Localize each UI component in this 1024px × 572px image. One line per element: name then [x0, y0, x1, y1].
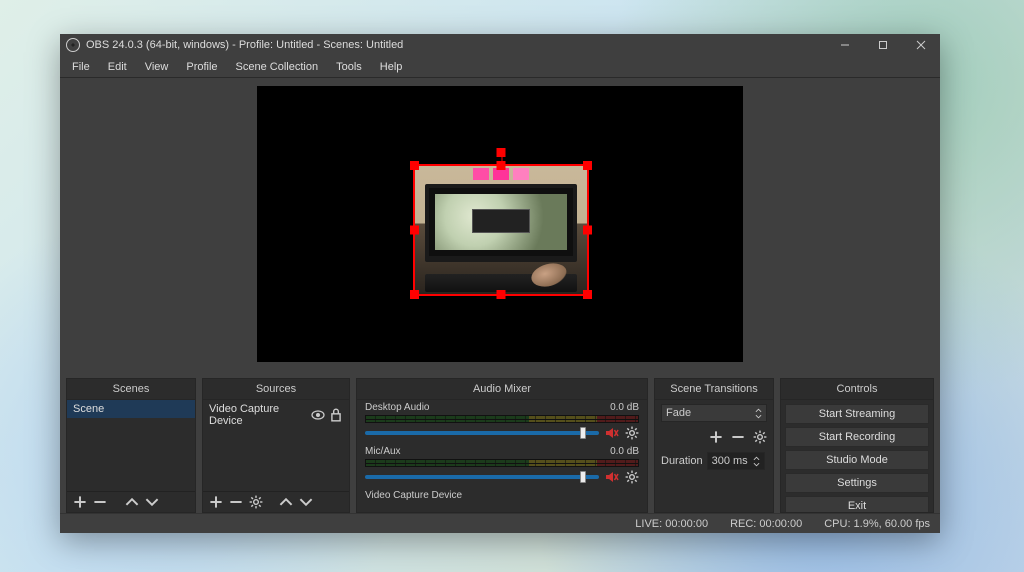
track-settings-button[interactable]	[625, 470, 639, 484]
obs-logo-icon	[66, 38, 80, 52]
selected-source-bounds[interactable]	[413, 164, 589, 296]
transition-duration-value: 300 ms	[712, 455, 748, 467]
obs-window: OBS 24.0.3 (64-bit, windows) - Profile: …	[60, 34, 940, 533]
scene-item[interactable]: Scene	[67, 400, 195, 418]
scenes-move-up-button[interactable]	[125, 495, 139, 509]
scenes-toolbar	[67, 491, 195, 512]
preview-area[interactable]	[60, 78, 940, 378]
audio-track-name: Desktop Audio	[365, 402, 430, 413]
menu-edit[interactable]: Edit	[100, 58, 135, 76]
statusbar: LIVE: 00:00:00 REC: 00:00:00 CPU: 1.9%, …	[60, 513, 940, 533]
controls-panel-title: Controls	[781, 379, 933, 400]
audio-meter	[365, 415, 639, 423]
sources-remove-button[interactable]	[229, 495, 243, 509]
window-title: OBS 24.0.3 (64-bit, windows) - Profile: …	[86, 39, 826, 51]
studio-mode-button[interactable]: Studio Mode	[785, 450, 929, 470]
monitor-in-feed	[425, 184, 577, 262]
status-cpu-fps: CPU: 1.9%, 60.00 fps	[824, 518, 930, 530]
transition-add-button[interactable]	[709, 430, 723, 444]
source-lock-toggle[interactable]	[329, 408, 343, 422]
dropdown-arrows-icon	[755, 408, 762, 419]
resize-handle-e[interactable]	[583, 226, 592, 235]
audio-mixer-panel: Audio Mixer Desktop Audio 0.0 dB	[356, 378, 648, 513]
transition-settings-button[interactable]	[753, 430, 767, 444]
transition-remove-button[interactable]	[731, 430, 745, 444]
window-maximize-button[interactable]	[864, 34, 902, 56]
menu-profile[interactable]: Profile	[178, 58, 225, 76]
scenes-move-down-button[interactable]	[145, 495, 159, 509]
scenes-panel-title: Scenes	[67, 379, 195, 400]
spinner-arrows-icon[interactable]	[753, 456, 760, 467]
transition-duration-label: Duration	[661, 455, 703, 467]
settings-button[interactable]: Settings	[785, 473, 929, 493]
resize-handle-sw[interactable]	[410, 290, 419, 299]
transition-duration-input[interactable]: 300 ms	[707, 452, 765, 470]
titlebar[interactable]: OBS 24.0.3 (64-bit, windows) - Profile: …	[60, 34, 940, 56]
mute-button[interactable]	[605, 470, 619, 484]
audio-track-capture: Video Capture Device	[357, 488, 647, 507]
scenes-list[interactable]: Scene	[67, 400, 195, 491]
sources-properties-button[interactable]	[249, 495, 263, 509]
resize-handle-n[interactable]	[497, 161, 506, 170]
start-streaming-button[interactable]: Start Streaming	[785, 404, 929, 424]
preview-canvas[interactable]	[257, 86, 743, 362]
source-item-label: Video Capture Device	[209, 403, 311, 427]
volume-slider[interactable]	[365, 475, 599, 479]
audio-track-mic: Mic/Aux 0.0 dB	[357, 444, 647, 488]
sources-panel-title: Sources	[203, 379, 349, 400]
resize-handle-nw[interactable]	[410, 161, 419, 170]
resize-handle-se[interactable]	[583, 290, 592, 299]
scene-transitions-panel: Scene Transitions Fade Duration 300	[654, 378, 774, 513]
controls-panel: Controls Start Streaming Start Recording…	[780, 378, 934, 513]
menu-help[interactable]: Help	[372, 58, 411, 76]
scenes-add-button[interactable]	[73, 495, 87, 509]
status-live: LIVE: 00:00:00	[635, 518, 708, 530]
scenes-remove-button[interactable]	[93, 495, 107, 509]
audio-track-desktop: Desktop Audio 0.0 dB	[357, 400, 647, 444]
sources-move-up-button[interactable]	[279, 495, 293, 509]
audio-mixer-title: Audio Mixer	[357, 379, 647, 400]
transition-select-label: Fade	[666, 407, 691, 419]
window-minimize-button[interactable]	[826, 34, 864, 56]
sticky-note-icon	[473, 168, 489, 180]
resize-handle-s[interactable]	[497, 290, 506, 299]
menu-tools[interactable]: Tools	[328, 58, 370, 76]
source-visibility-toggle[interactable]	[311, 408, 325, 422]
video-capture-preview	[415, 166, 587, 294]
bottom-panels: Scenes Scene Sources Video Capture Devic…	[60, 378, 940, 513]
resize-handle-w[interactable]	[410, 226, 419, 235]
resize-handle-ne[interactable]	[583, 161, 592, 170]
menu-view[interactable]: View	[137, 58, 177, 76]
status-rec: REC: 00:00:00	[730, 518, 802, 530]
audio-meter	[365, 459, 639, 467]
scene-item-label: Scene	[73, 403, 104, 415]
source-item[interactable]: Video Capture Device	[203, 400, 349, 430]
window-close-button[interactable]	[902, 34, 940, 56]
sources-panel: Sources Video Capture Device	[202, 378, 350, 513]
audio-track-db: 0.0 dB	[610, 402, 639, 413]
volume-slider[interactable]	[365, 431, 599, 435]
sources-list[interactable]: Video Capture Device	[203, 400, 349, 491]
menu-file[interactable]: File	[64, 58, 98, 76]
scenes-panel: Scenes Scene	[66, 378, 196, 513]
audio-track-name: Mic/Aux	[365, 446, 401, 457]
menubar: File Edit View Profile Scene Collection …	[60, 56, 940, 78]
sticky-note-icon	[513, 168, 529, 180]
scene-transitions-body: Fade Duration 300 ms	[655, 400, 773, 512]
exit-button[interactable]: Exit	[785, 496, 929, 512]
menu-scene-collection[interactable]: Scene Collection	[228, 58, 327, 76]
rotate-handle[interactable]	[497, 148, 506, 157]
start-recording-button[interactable]: Start Recording	[785, 427, 929, 447]
transition-select[interactable]: Fade	[661, 404, 767, 422]
mute-button[interactable]	[605, 426, 619, 440]
audio-track-name: Video Capture Device	[365, 490, 462, 501]
audio-mixer-body[interactable]: Desktop Audio 0.0 dB Mic/Aux 0.0 dB	[357, 400, 647, 512]
sources-toolbar	[203, 491, 349, 512]
sources-move-down-button[interactable]	[299, 495, 313, 509]
audio-track-db: 0.0 dB	[610, 446, 639, 457]
scene-transitions-title: Scene Transitions	[655, 379, 773, 400]
track-settings-button[interactable]	[625, 426, 639, 440]
sources-add-button[interactable]	[209, 495, 223, 509]
